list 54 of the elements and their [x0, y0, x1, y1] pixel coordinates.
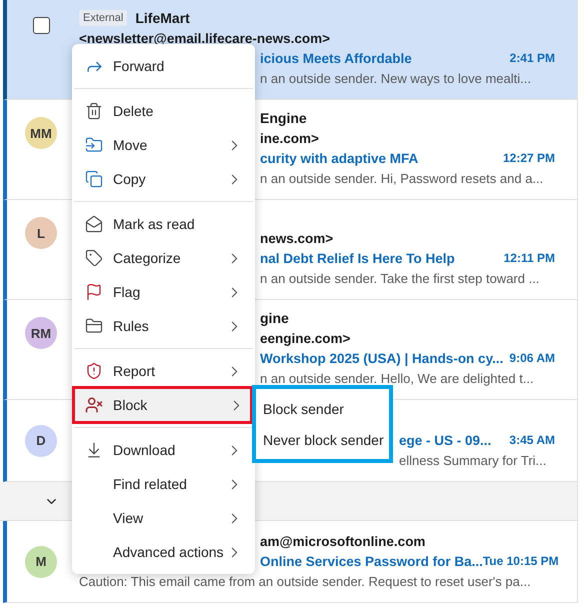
- time-text: 12:11 PM: [504, 251, 555, 265]
- menu-item[interactable]: Download: [72, 433, 255, 467]
- avatar: MM: [25, 117, 57, 149]
- time-text: 9:06 AM: [509, 351, 555, 365]
- sender-email: eengine.com>: [260, 330, 350, 346]
- external-tag: External: [79, 10, 128, 26]
- time-text: 12:27 PM: [502, 151, 555, 165]
- subject-text: ege - US - 09...: [399, 432, 492, 448]
- flag-icon: [85, 283, 103, 301]
- subject-text: nal Debt Relief Is Here To Help: [260, 250, 455, 266]
- download-icon: [85, 441, 103, 459]
- menu-item[interactable]: Rules: [72, 309, 255, 343]
- sender-email: am@microsoftonline.com: [260, 534, 426, 548]
- preview-text: n an outside sender. Hello, We are delighted t...: [260, 370, 534, 386]
- menu-item[interactable]: Copy: [72, 162, 255, 196]
- sender-name: LifeMart: [135, 10, 190, 26]
- menu-item[interactable]: Block: [74, 388, 251, 422]
- submenu-item[interactable]: Never block sender: [256, 424, 389, 455]
- menu-item[interactable]: Advanced actions: [72, 535, 255, 569]
- sender-name: Engine: [260, 110, 307, 126]
- preview-text: ellness Summary for Tri...: [399, 452, 546, 468]
- menu-item[interactable]: Mark as read: [72, 207, 255, 241]
- preview-text: n an outside sender. New ways to love mealti...: [260, 70, 531, 86]
- menu-item[interactable]: Forward: [72, 49, 255, 83]
- avatar: L: [25, 217, 57, 249]
- time-text: Tue 10:15 PM: [482, 554, 559, 568]
- subject-text: icious Meets Affordable: [260, 50, 412, 66]
- subject-text: Workshop 2025 (USA) | Hands-on cy...: [260, 350, 504, 366]
- menu-item[interactable]: Categorize: [72, 241, 255, 275]
- folder-icon: [85, 317, 103, 335]
- sender-email: <newsletter@email.lifecare-news.com>: [79, 30, 330, 46]
- avatar: M: [25, 546, 57, 578]
- preview-text: n an outside sender. Hi, Password resets and a...: [260, 170, 544, 186]
- sender-name: gine: [260, 310, 289, 326]
- menu-item[interactable]: Move: [72, 128, 255, 162]
- preview-text: n an outside sender. Take the first step toward ...: [260, 270, 540, 286]
- time-text: 3:45 AM: [509, 433, 555, 447]
- checkbox[interactable]: [32, 17, 50, 34]
- time-text: 2:41 PM: [510, 51, 555, 65]
- folder-icon: [85, 136, 103, 154]
- sender-email: ine.com>: [260, 130, 319, 146]
- avatar: D: [25, 424, 57, 456]
- sender-email: news.com>: [260, 230, 334, 246]
- trash-icon: [85, 102, 103, 120]
- envelope-icon: [85, 215, 103, 233]
- preview-text: Caution: This email came from an outside sender. Request to reset user's pa...: [79, 574, 531, 588]
- menu-item[interactable]: Report: [72, 354, 255, 388]
- blocked-user-icon: [85, 396, 103, 414]
- subject-text: Online Services Password for Ba...: [260, 554, 483, 568]
- shield-icon: [85, 362, 103, 380]
- avatar: RM: [25, 317, 57, 349]
- subject-text: curity with adaptive MFA: [260, 150, 418, 166]
- copy-icon: [85, 170, 103, 188]
- tag-icon: [85, 249, 103, 267]
